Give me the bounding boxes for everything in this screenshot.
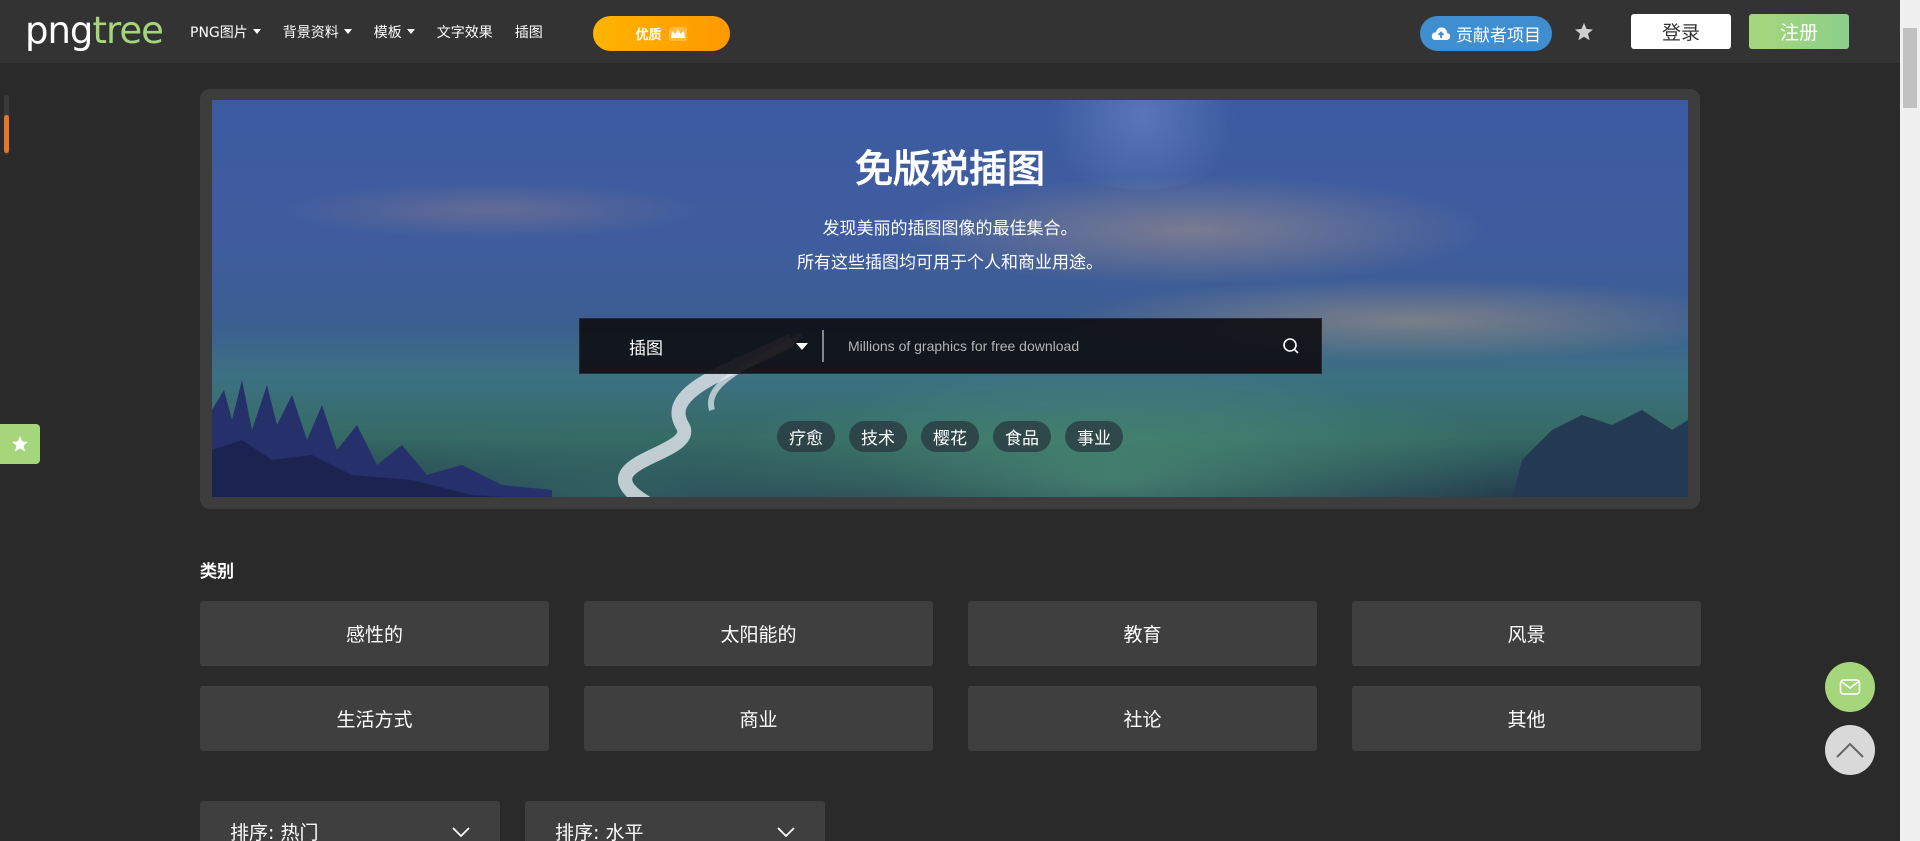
nav-item-label: PNG图片: [190, 24, 248, 41]
login-button[interactable]: 登录: [1631, 14, 1731, 49]
popular-tags: 疗愈 技术 樱花 食品 事业: [212, 421, 1688, 452]
category-button[interactable]: 感性的: [200, 601, 549, 666]
nav-item-png-images[interactable]: PNG图片: [190, 22, 261, 42]
category-button[interactable]: 风景: [1352, 601, 1701, 666]
nav-item-label: 插图: [514, 24, 543, 41]
category-button[interactable]: 其他: [1352, 686, 1701, 751]
register-button[interactable]: 注册: [1749, 14, 1849, 49]
contributor-label: 贡献者项目: [1456, 26, 1541, 46]
search-category-label: 插图: [629, 338, 663, 359]
tag-sakura[interactable]: 樱花: [921, 421, 979, 452]
search-category-select[interactable]: 插图: [580, 330, 824, 362]
hero-subtitle-line1: 发现美丽的插图图像的最佳集合。: [822, 219, 1078, 239]
category-button[interactable]: 教育: [968, 601, 1317, 666]
sort-orientation-label: 排序: 水平: [555, 822, 644, 841]
chevron-up-icon: [1836, 742, 1864, 758]
main-nav: PNG图片 背景资料 模板 文字效果 插图: [190, 0, 565, 63]
chevron-down-icon: [452, 827, 470, 838]
nav-item-label: 模板: [373, 24, 402, 41]
favorites-side-button[interactable]: [0, 424, 40, 464]
category-button[interactable]: 商业: [584, 686, 933, 751]
category-button[interactable]: 社论: [968, 686, 1317, 751]
tag-technology[interactable]: 技术: [849, 421, 907, 452]
nav-item-illustrations[interactable]: 插图: [515, 22, 543, 42]
hero-subtitle-line2: 所有这些插图均可用于个人和商业用途。: [797, 253, 1103, 273]
logo-tree-text: tree: [92, 9, 163, 52]
chevron-down-icon: [777, 827, 795, 838]
caret-down-icon: [406, 29, 415, 34]
nav-item-label: 背景资料: [282, 24, 339, 41]
tag-healing[interactable]: 疗愈: [777, 421, 835, 452]
search-bar: 插图: [579, 318, 1322, 374]
pngtree-logo[interactable]: pngtree: [25, 9, 164, 53]
caret-down-icon: [796, 342, 808, 350]
premium-label: 优质: [635, 28, 662, 43]
caret-down-icon: [252, 29, 261, 34]
categories-heading: 类别: [200, 562, 234, 582]
mail-icon: [1839, 679, 1861, 695]
category-button[interactable]: 生活方式: [200, 686, 549, 751]
nav-item-templates[interactable]: 模板: [374, 22, 415, 42]
category-button[interactable]: 太阳能的: [584, 601, 933, 666]
contributor-program-button[interactable]: 贡献者项目: [1420, 16, 1552, 51]
caret-down-icon: [343, 29, 352, 34]
search-input[interactable]: [824, 319, 1261, 373]
hero-title: 免版税插图: [854, 147, 1045, 191]
tag-food[interactable]: 食品: [993, 421, 1051, 452]
page-scrollbar[interactable]: [1900, 0, 1920, 841]
sort-popularity-label: 排序: 热门: [230, 822, 319, 841]
sort-orientation-dropdown[interactable]: 排序: 水平: [525, 801, 825, 841]
star-icon[interactable]: [1572, 20, 1596, 44]
premium-button[interactable]: 优质: [593, 16, 730, 51]
sort-popularity-dropdown[interactable]: 排序: 热门: [200, 801, 500, 841]
top-navbar: pngtree PNG图片 背景资料 模板 文字效果 插图 优质 贡献者项目 登…: [0, 0, 1900, 63]
nav-item-text-effects[interactable]: 文字效果: [437, 22, 493, 42]
category-grid: 感性的 太阳能的 教育 风景 生活方式 商业 社论 其他: [200, 601, 1701, 751]
cloud-upload-icon: [1431, 26, 1451, 40]
left-scroll-indicator: [4, 95, 9, 155]
feedback-mail-button[interactable]: [1825, 662, 1875, 712]
back-to-top-button[interactable]: [1825, 725, 1875, 775]
star-icon: [12, 436, 28, 452]
scrollbar-thumb[interactable]: [1903, 28, 1917, 108]
crown-icon: [668, 26, 687, 41]
logo-png-text: png: [25, 9, 93, 52]
tag-career[interactable]: 事业: [1065, 421, 1123, 452]
nav-item-label: 文字效果: [436, 24, 493, 41]
left-scroll-indicator-fill: [4, 115, 9, 153]
search-icon[interactable]: [1261, 336, 1321, 356]
nav-item-backgrounds[interactable]: 背景资料: [283, 22, 352, 42]
